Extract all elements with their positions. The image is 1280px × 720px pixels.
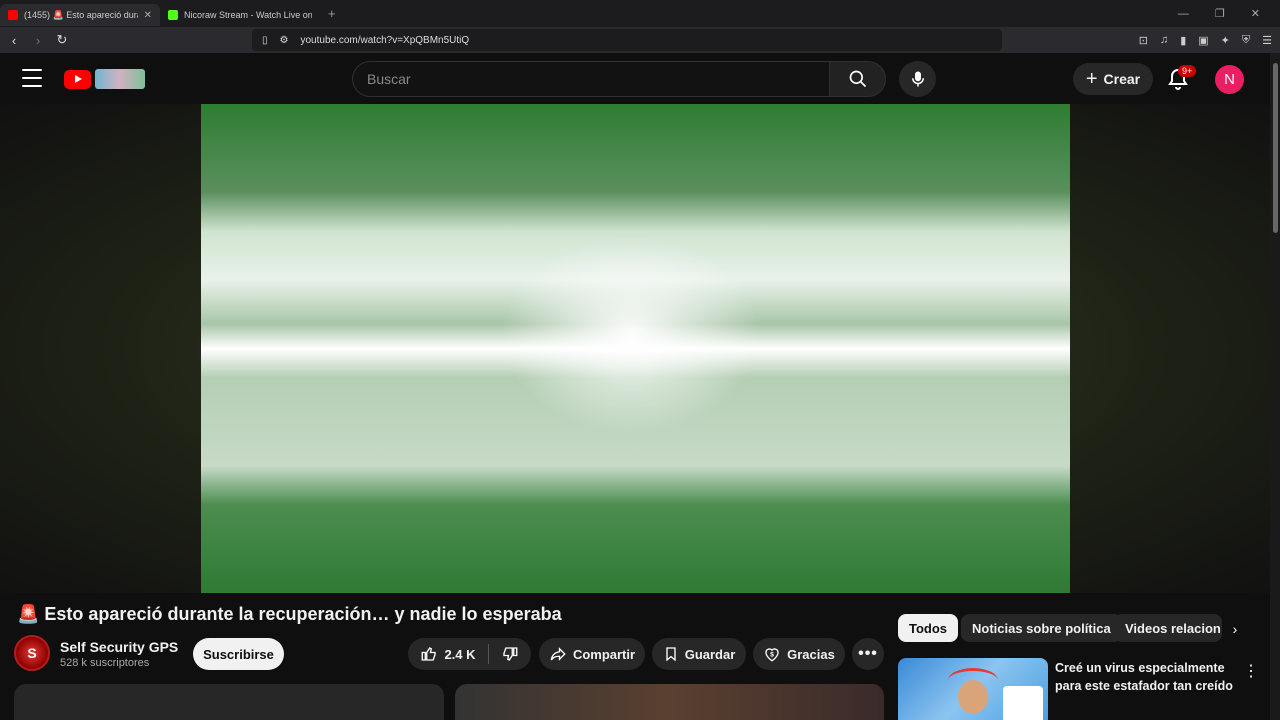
svg-text:$: $	[770, 651, 774, 658]
like-dislike-group: 2.4 K	[408, 638, 531, 670]
related-card[interactable]	[455, 684, 884, 720]
chip-noticias[interactable]: Noticias sobre política	[961, 614, 1122, 642]
thumbs-up-icon	[422, 647, 437, 661]
guide-menu-icon[interactable]	[22, 69, 42, 87]
tab-kick[interactable]: Nicoraw Stream - Watch Live on Kick	[160, 4, 320, 26]
subscriber-count: 528 k suscriptores	[60, 657, 150, 669]
minimize-icon[interactable]: —	[1178, 8, 1189, 20]
save-button[interactable]: Guardar	[652, 638, 746, 670]
url-text: youtube.com/watch?v=XpQBMn5UtiQ	[300, 34, 470, 46]
toolbar-icons: ⊡ ♫ ▮ ▣ ✦ ⛨ ☰	[1139, 27, 1272, 53]
thanks-label: Gracias	[787, 646, 835, 662]
wallet-icon[interactable]: ▣	[1198, 34, 1208, 47]
recommendation-title[interactable]: Creé un virus especialmente para este es…	[1055, 659, 1235, 695]
create-label: Crear	[1103, 71, 1141, 87]
voice-search-button[interactable]	[899, 61, 936, 97]
restore-icon[interactable]: ❐	[1215, 7, 1225, 20]
chip-videos-relacionados[interactable]: Videos relacion	[1114, 614, 1222, 642]
search-placeholder: Buscar	[367, 71, 411, 87]
account-avatar[interactable]: N	[1215, 65, 1244, 94]
description-card[interactable]	[14, 684, 444, 720]
youtube-doodle-icon	[95, 69, 145, 89]
site-info-icon[interactable]: ⚙	[280, 35, 289, 46]
subscribe-button[interactable]: Suscribirse	[193, 638, 284, 670]
video-player[interactable]	[201, 104, 1070, 593]
back-icon[interactable]: ‹	[4, 33, 24, 48]
more-vertical-icon[interactable]: ⋮	[1243, 661, 1259, 681]
channel-avatar[interactable]: S	[14, 635, 50, 671]
search-button[interactable]	[829, 61, 886, 97]
share-button[interactable]: Compartir	[539, 638, 645, 670]
microphone-icon	[911, 71, 924, 87]
below-video-cards	[14, 684, 884, 720]
kick-favicon-icon	[168, 10, 178, 20]
share-label: Compartir	[572, 646, 636, 662]
screenshot-icon[interactable]: ⊡	[1139, 34, 1148, 47]
chip-todos[interactable]: Todos	[898, 614, 959, 642]
video-title: 🚨 Esto apareció durante la recuperación……	[17, 604, 562, 624]
new-tab-icon[interactable]: +	[328, 6, 336, 21]
vpn-icon[interactable]: ⛨	[1242, 34, 1250, 47]
close-window-icon[interactable]: ✕	[1251, 7, 1260, 20]
video-frame-glow	[501, 234, 761, 434]
youtube-play-icon	[64, 69, 91, 89]
tab-title: (1455) 🚨 Esto apareció durante	[24, 9, 138, 20]
url-field[interactable]: ▯ ⚙ youtube.com/watch?v=XpQBMn5UtiQ	[252, 29, 1002, 51]
youtube-favicon-icon	[8, 10, 18, 20]
tab-youtube[interactable]: (1455) 🚨 Esto apareció durante ✕	[0, 4, 160, 26]
sidebar-icon[interactable]: ▮	[1180, 34, 1186, 47]
forward-icon[interactable]: ›	[28, 33, 48, 48]
address-bar-row: ‹ › ↻ ▯ ⚙ youtube.com/watch?v=XpQBMn5Uti…	[0, 27, 1280, 53]
channel-name[interactable]: Self Security GPS	[60, 639, 178, 655]
ai-icon[interactable]: ✦	[1221, 34, 1230, 47]
create-button[interactable]: + Crear	[1073, 63, 1153, 95]
menu-icon[interactable]: ☰	[1262, 34, 1272, 47]
notifications-badge: 9+	[1178, 65, 1197, 77]
thumbnail-face	[958, 680, 988, 714]
search-icon	[849, 70, 866, 88]
search-input[interactable]: Buscar	[352, 61, 830, 97]
chevron-right-icon[interactable]: ›	[1226, 620, 1244, 638]
like-divider	[487, 644, 489, 664]
window-controls: — ❐ ✕	[1178, 0, 1280, 27]
dislike-button[interactable]	[501, 645, 519, 663]
save-label: Guardar	[684, 646, 736, 662]
plus-icon: +	[1085, 67, 1098, 90]
reload-icon[interactable]: ↻	[52, 32, 72, 48]
bookmark-icon[interactable]: ▯	[262, 35, 268, 46]
more-horizontal-icon: •••	[858, 645, 878, 662]
browser-tab-bar: (1455) 🚨 Esto apareció durante ✕ Nicoraw…	[0, 0, 1280, 27]
tab-title: Nicoraw Stream - Watch Live on Kick	[184, 10, 312, 20]
recommendation-thumbnail[interactable]	[898, 658, 1048, 720]
page-scrollbar[interactable]	[1270, 53, 1280, 720]
like-count: 2.4 K	[444, 646, 476, 662]
thumbnail-document	[1003, 686, 1043, 720]
close-tab-icon[interactable]: ✕	[144, 10, 152, 21]
music-icon[interactable]: ♫	[1160, 34, 1168, 46]
youtube-header: Buscar + Crear 9+ N	[0, 53, 1270, 104]
bookmark-save-icon	[666, 647, 676, 662]
youtube-logo[interactable]	[64, 69, 145, 89]
scrollbar-thumb[interactable]	[1273, 63, 1278, 233]
super-thanks-icon: $	[765, 648, 779, 662]
share-icon	[550, 647, 566, 661]
like-button[interactable]: 2.4 K	[420, 645, 476, 663]
thanks-button[interactable]: $ Gracias	[753, 638, 845, 670]
more-actions-button[interactable]: •••	[852, 638, 884, 670]
